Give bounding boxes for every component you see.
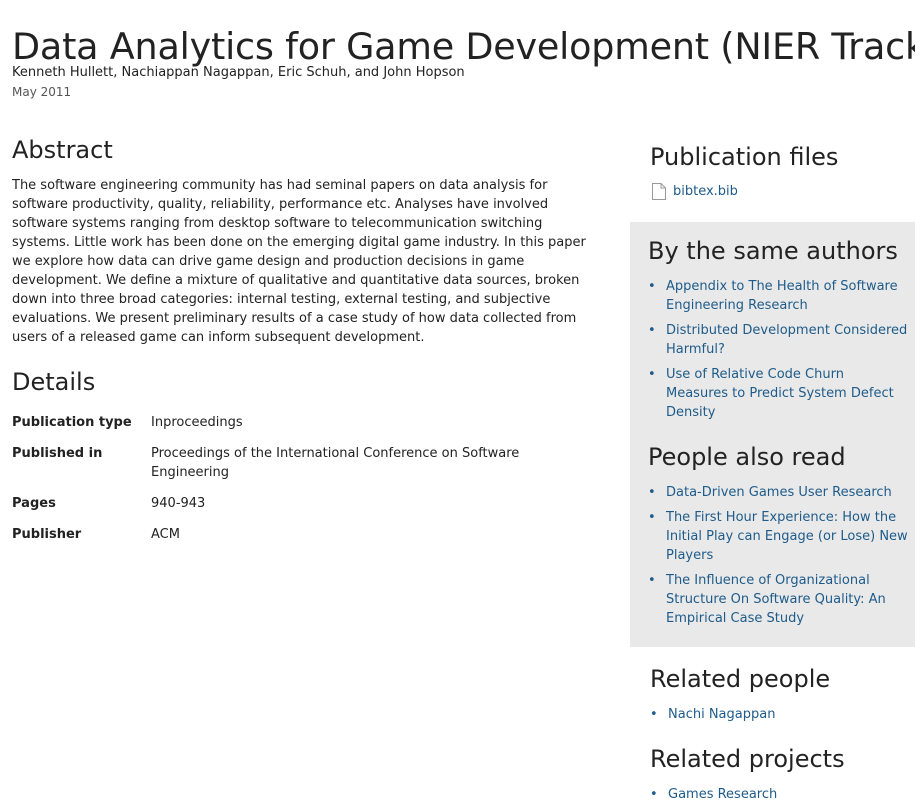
authors-line: Kenneth Hullett, Nachiappan Nagappan, Er… bbox=[12, 65, 465, 80]
bullet-icon: • bbox=[648, 367, 656, 382]
bullet-icon: • bbox=[648, 323, 656, 338]
people-also-read-list: • Data-Driven Games User Research • The Fi… bbox=[648, 483, 910, 634]
details-table: Publication type Inproceedings Published… bbox=[12, 413, 592, 556]
publication-files-heading: Publication files bbox=[650, 143, 839, 171]
also-read-link[interactable]: The Influence of Organizational Structur… bbox=[666, 573, 886, 626]
bullet-icon: • bbox=[650, 787, 658, 800]
related-people-list: • Nachi Nagappan bbox=[650, 705, 900, 730]
also-read-link[interactable]: Data-Driven Games User Research bbox=[666, 485, 892, 500]
bullet-icon: • bbox=[648, 485, 656, 500]
bullet-icon: • bbox=[648, 510, 656, 525]
same-authors-list: • Appendix to The Health of Software Engi… bbox=[648, 277, 910, 428]
related-person-link[interactable]: Nachi Nagappan bbox=[668, 707, 775, 722]
details-row-publisher: Publisher ACM bbox=[12, 525, 592, 544]
people-also-read-heading: People also read bbox=[648, 443, 846, 471]
list-item: • The Influence of Organizational Structu… bbox=[648, 571, 910, 628]
related-projects-heading: Related projects bbox=[650, 745, 845, 773]
list-item: • Appendix to The Health of Software Engi… bbox=[648, 277, 910, 315]
details-value: Proceedings of the International Confere… bbox=[151, 446, 520, 480]
details-label: Publication type bbox=[12, 415, 132, 430]
list-item: • The First Hour Experience: How the Init… bbox=[648, 508, 910, 565]
related-projects-list: • Games Research bbox=[650, 785, 900, 800]
bullet-icon: • bbox=[648, 279, 656, 294]
also-read-link[interactable]: The First Hour Experience: How the Initi… bbox=[666, 510, 908, 563]
bibtex-link-label[interactable]: bibtex.bib bbox=[673, 184, 738, 199]
list-item: • Use of Relative Code Churn Measures to … bbox=[648, 365, 910, 422]
details-row-published-in: Published in Proceedings of the Internat… bbox=[12, 444, 592, 482]
list-item: • Nachi Nagappan bbox=[650, 705, 900, 724]
abstract-heading: Abstract bbox=[12, 136, 113, 164]
details-heading: Details bbox=[12, 368, 96, 396]
bullet-icon: • bbox=[648, 573, 656, 588]
details-label: Publisher bbox=[12, 527, 82, 542]
details-value: 940-943 bbox=[151, 496, 206, 511]
same-authors-link[interactable]: Use of Relative Code Churn Measures to P… bbox=[666, 367, 894, 420]
same-authors-link[interactable]: Appendix to The Health of Software Engin… bbox=[666, 279, 898, 313]
details-label: Pages bbox=[12, 496, 56, 511]
publication-date: May 2011 bbox=[12, 85, 72, 99]
file-icon bbox=[652, 183, 666, 200]
details-row-pages: Pages 940-943 bbox=[12, 494, 592, 513]
list-item: • Games Research bbox=[650, 785, 900, 800]
details-value: Inproceedings bbox=[151, 415, 243, 430]
same-authors-heading: By the same authors bbox=[648, 237, 898, 265]
bullet-icon: • bbox=[650, 707, 658, 722]
details-label: Published in bbox=[12, 446, 103, 461]
abstract-text: The software engineering community has h… bbox=[12, 178, 586, 345]
details-value: ACM bbox=[151, 527, 180, 542]
related-project-link[interactable]: Games Research bbox=[668, 787, 777, 800]
list-item: • Data-Driven Games User Research bbox=[648, 483, 910, 502]
related-people-heading: Related people bbox=[650, 665, 831, 693]
same-authors-link[interactable]: Distributed Development Considered Harmf… bbox=[666, 323, 907, 357]
bibtex-file-link[interactable]: bibtex.bib bbox=[652, 183, 738, 200]
publication-page: Data Analytics for Game Development (NIE… bbox=[0, 0, 915, 800]
list-item: • Distributed Development Considered Harm… bbox=[648, 321, 910, 359]
details-row-publication-type: Publication type Inproceedings bbox=[12, 413, 592, 432]
